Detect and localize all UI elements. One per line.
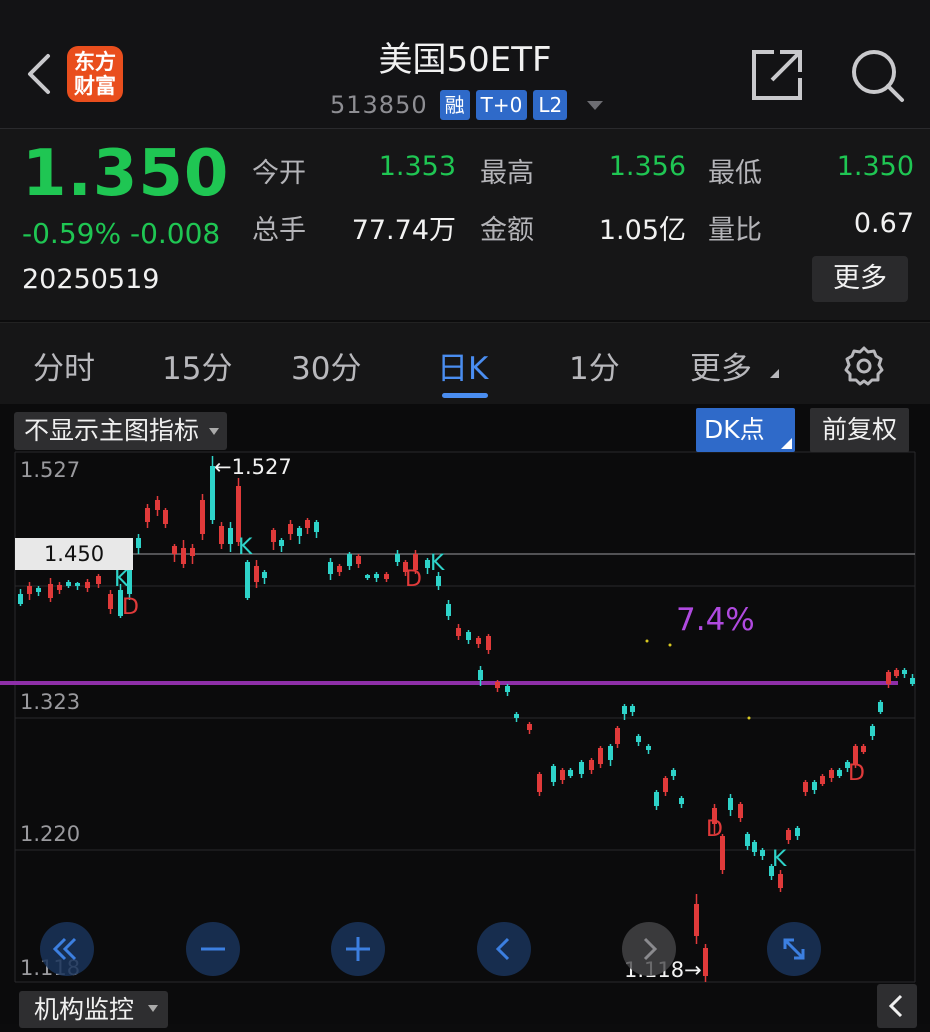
chevron-left-icon bbox=[888, 994, 903, 1018]
scroll-left-button[interactable] bbox=[477, 922, 531, 976]
last-price: 1.350 bbox=[22, 137, 230, 211]
high-label: 最高 bbox=[480, 158, 534, 189]
open-label: 今开 bbox=[252, 158, 306, 189]
security-code: 513850 bbox=[330, 91, 428, 119]
amount-value: 1.05亿 bbox=[598, 215, 686, 246]
high-value: 1.356 bbox=[608, 151, 686, 182]
main-indicator-label: 不显示主图指标 bbox=[24, 416, 200, 445]
change-amount: -0.008 bbox=[129, 217, 221, 250]
dk-signal-d: D bbox=[848, 761, 865, 786]
search-icon[interactable] bbox=[850, 48, 906, 108]
zoom-in-button[interactable] bbox=[331, 922, 385, 976]
minus-icon bbox=[201, 947, 225, 951]
tab-30min[interactable]: 30分 bbox=[291, 343, 361, 388]
volume-ratio-label: 量比 bbox=[708, 215, 762, 246]
chevron-right-icon bbox=[643, 937, 658, 961]
y-axis-label-top: 1.527 bbox=[20, 458, 81, 482]
dk-signal-d: D bbox=[706, 817, 723, 842]
period-tabs: 分时 15分 30分 日K 1分 更多 bbox=[0, 322, 930, 404]
tab-more[interactable]: 更多 bbox=[690, 343, 779, 388]
dk-signal-k: K bbox=[114, 567, 129, 592]
expand-icon bbox=[783, 938, 805, 960]
quote-panel: 1.350 -0.59% -0.008 20250519 今开 1.353 最高… bbox=[0, 128, 930, 320]
amount-label: 金额 bbox=[480, 215, 534, 246]
zoom-out-button[interactable] bbox=[186, 922, 240, 976]
chevron-down-icon bbox=[209, 428, 220, 435]
plus-icon bbox=[346, 937, 370, 961]
tab-intraday[interactable]: 分时 bbox=[33, 343, 95, 388]
chevron-down-icon[interactable] bbox=[587, 100, 604, 110]
tab-daily-k[interactable]: 日K bbox=[437, 343, 488, 388]
more-quote-button[interactable]: 更多 bbox=[812, 256, 908, 302]
chevron-left-icon bbox=[495, 937, 510, 961]
dk-signal-k: K bbox=[430, 551, 445, 576]
price-change: -0.59% -0.008 bbox=[22, 217, 220, 250]
volume-ratio-value: 0.67 bbox=[853, 208, 914, 239]
dk-signal-k: K bbox=[238, 535, 253, 560]
tab-more-label: 更多 bbox=[690, 351, 752, 387]
low-value: 1.350 bbox=[836, 151, 914, 182]
active-tab-indicator bbox=[442, 393, 488, 398]
chevron-down-icon bbox=[148, 1005, 159, 1012]
kline-chart-area: KDKDKDKD 1.527 1.323 1.220 1.118 1.450 ←… bbox=[0, 404, 930, 1028]
range-percent-annotation: 7.4% bbox=[676, 602, 755, 638]
collapse-panel-button[interactable] bbox=[877, 984, 917, 1028]
y-axis-label-2: 1.323 bbox=[20, 690, 81, 714]
institution-monitor-label: 机构监控 bbox=[34, 995, 135, 1024]
gear-icon[interactable] bbox=[843, 345, 885, 391]
fullscreen-button[interactable] bbox=[767, 922, 821, 976]
dk-point-button[interactable]: DK点 bbox=[696, 408, 795, 452]
dk-point-label: DK点 bbox=[704, 415, 765, 444]
high-marker: ←1.527 bbox=[214, 455, 292, 479]
institution-monitor-select[interactable]: 机构监控 bbox=[19, 991, 169, 1028]
quote-date: 20250519 bbox=[22, 264, 160, 295]
share-icon[interactable] bbox=[750, 48, 804, 106]
main-indicator-select[interactable]: 不显示主图指标 bbox=[14, 412, 228, 450]
y-axis-label-3: 1.220 bbox=[20, 822, 81, 846]
tab-15min[interactable]: 15分 bbox=[162, 343, 232, 388]
t0-tag: T+0 bbox=[475, 90, 528, 120]
crosshair-value-label: 1.450 bbox=[15, 538, 133, 570]
dk-signal-k: K bbox=[772, 847, 787, 872]
double-chevron-left-icon bbox=[52, 937, 77, 961]
volume-label: 总手 bbox=[252, 215, 306, 246]
tab-1min[interactable]: 1分 bbox=[569, 343, 620, 388]
low-label: 最低 bbox=[708, 158, 762, 189]
open-value: 1.353 bbox=[378, 151, 456, 182]
corner-arrow-icon bbox=[770, 369, 779, 378]
margin-tag: 融 bbox=[439, 90, 470, 120]
top-bar: 东方 财富 美国50ETF 513850 融 T+0 L2 bbox=[0, 0, 930, 128]
dk-signal-d: D bbox=[405, 567, 422, 592]
dk-signal-d: D bbox=[122, 595, 139, 620]
security-code-line[interactable]: 513850 融 T+0 L2 bbox=[330, 88, 604, 122]
fast-rewind-button[interactable] bbox=[40, 922, 94, 976]
l2-tag: L2 bbox=[533, 90, 568, 120]
scroll-right-button[interactable] bbox=[622, 922, 676, 976]
volume-value: 77.74万 bbox=[351, 215, 456, 246]
high-marker-value: 1.527 bbox=[231, 455, 292, 479]
corner-arrow-icon bbox=[781, 438, 792, 449]
change-percent: -0.59% bbox=[22, 217, 122, 250]
forward-adjust-button[interactable]: 前复权 bbox=[810, 408, 909, 452]
